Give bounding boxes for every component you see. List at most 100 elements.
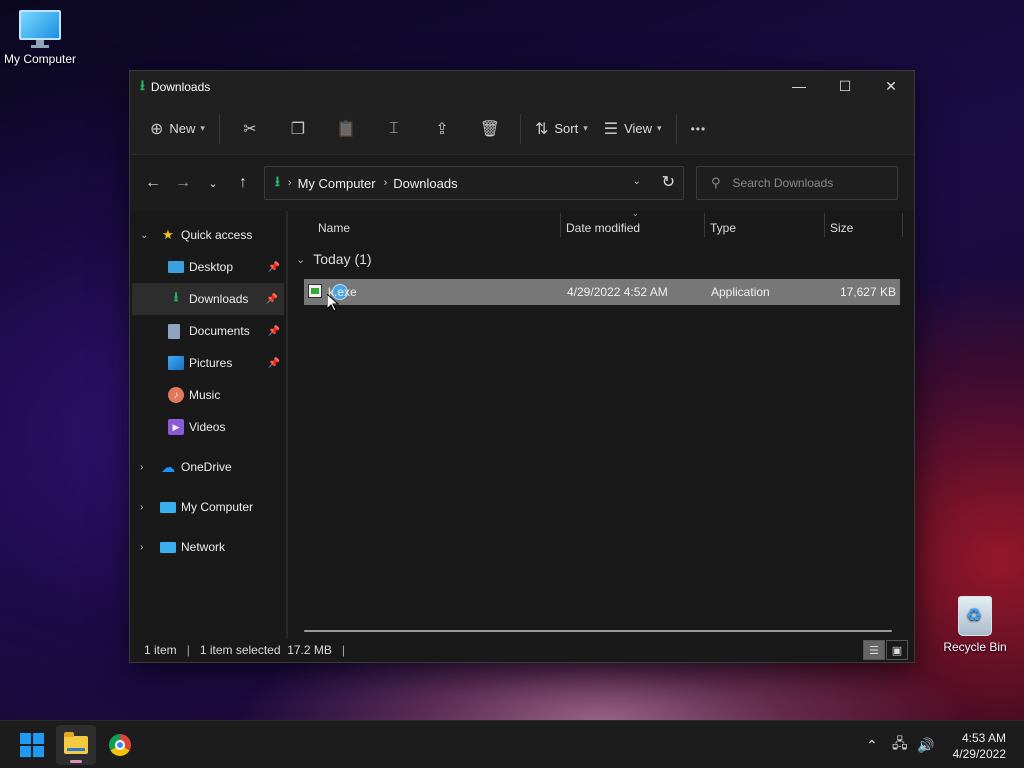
tiles-view-button[interactable]: ▣ xyxy=(886,640,908,660)
sidebar-item-label: Downloads xyxy=(189,292,249,306)
pictures-icon xyxy=(168,356,184,370)
chevron-right-icon[interactable]: › xyxy=(140,542,143,553)
sidebar-item-label: Quick access xyxy=(181,228,253,242)
network-icon xyxy=(160,541,176,553)
sidebar-item-music[interactable]: ♪ Music xyxy=(130,379,286,411)
horizontal-scrollbar[interactable] xyxy=(304,630,892,632)
share-icon: ⇪ xyxy=(435,120,449,138)
item-count: 1 item xyxy=(144,643,177,657)
plus-icon: ⊕ xyxy=(150,120,164,138)
status-bar: 1 item | 1 item selected 17.2 MB | ☰ ▣ xyxy=(130,638,914,662)
clock[interactable]: 4:53 AM 4/29/2022 xyxy=(953,730,1006,762)
back-button[interactable]: ← xyxy=(138,168,168,198)
chevron-right-icon[interactable]: › xyxy=(140,462,143,473)
sidebar-item-desktop[interactable]: Desktop 📌 xyxy=(130,251,286,283)
rename-icon: ⌶ xyxy=(389,119,399,137)
network-status-button[interactable]: 🖧 xyxy=(892,721,908,768)
sort-label: Sort xyxy=(554,121,579,136)
column-name[interactable]: Name xyxy=(312,213,350,243)
close-button[interactable]: ✕ xyxy=(868,71,914,101)
rename-button[interactable]: ⌶ xyxy=(370,113,418,145)
new-button[interactable]: ⊕ New ▾ xyxy=(142,113,213,145)
refresh-icon[interactable]: ↻ xyxy=(662,172,675,192)
search-input[interactable] xyxy=(732,176,883,190)
sidebar-item-label: Music xyxy=(189,388,221,402)
paste-button[interactable]: 📋 xyxy=(322,113,370,145)
tray-overflow-button[interactable]: ⌃ xyxy=(866,721,878,768)
chevron-right-icon: › xyxy=(383,177,388,189)
sidebar-item-quick-access[interactable]: ⌄ ★ Quick access xyxy=(130,219,286,251)
sidebar-item-videos[interactable]: ▶ Videos xyxy=(130,411,286,443)
selection-info: 1 item selected 17.2 MB xyxy=(199,643,332,657)
sidebar-item-documents[interactable]: Documents 📌 xyxy=(130,315,286,347)
address-dropdown-icon[interactable]: ⌄ xyxy=(633,176,641,187)
taskbar-file-explorer[interactable] xyxy=(56,725,96,765)
minimize-button[interactable]: — xyxy=(776,71,822,101)
start-button[interactable] xyxy=(12,725,52,765)
file-list: Name Date modified ⌄ Type Size ⌄ Today (… xyxy=(288,209,914,638)
sidebar-item-my-computer[interactable]: › My Computer xyxy=(130,491,286,523)
chevron-right-icon[interactable]: › xyxy=(140,502,143,513)
cut-icon: ✂ xyxy=(243,120,257,138)
sidebar-item-label: Videos xyxy=(189,420,226,434)
chevron-down-icon: ▾ xyxy=(200,123,205,133)
speaker-icon: 🔊 xyxy=(917,736,935,753)
navigation-bar: ← → ⌄ ↑ ⭳ › My Computer › Downloads ⌄ ↻ … xyxy=(130,155,914,211)
sidebar-item-onedrive[interactable]: › ☁ OneDrive xyxy=(130,451,286,483)
application-icon xyxy=(308,284,322,298)
view-icon: ☰ xyxy=(603,120,619,138)
sidebar-item-downloads[interactable]: ⭳ Downloads 📌 xyxy=(132,283,284,315)
taskbar-chrome[interactable] xyxy=(100,725,140,765)
title-bar[interactable]: ⭳ Downloads — ☐ ✕ xyxy=(130,71,914,103)
file-row[interactable]: k.exe 4/29/2022 4:52 AM Application 17,6… xyxy=(304,279,900,305)
sidebar-item-label: Desktop xyxy=(189,260,234,274)
cut-button[interactable]: ✂ xyxy=(226,113,274,145)
desktop-my-computer[interactable]: My Computer xyxy=(0,10,80,66)
chrome-icon xyxy=(109,734,131,756)
sidebar-item-label: Network xyxy=(181,540,226,554)
desktop-icon-label: My Computer xyxy=(3,52,77,66)
arrow-right-icon: → xyxy=(175,174,191,191)
chevron-down-icon: ⌄ xyxy=(208,177,218,190)
view-button[interactable]: ☰ View ▾ xyxy=(596,113,670,145)
maximize-button[interactable]: ☐ xyxy=(822,71,868,101)
more-options-button[interactable]: ••• xyxy=(683,113,715,145)
column-date-modified[interactable]: Date modified ⌄ xyxy=(560,209,641,243)
chevron-down-icon[interactable]: ⌄ xyxy=(140,230,148,241)
chevron-down-icon: ⌄ xyxy=(296,253,306,266)
delete-icon: 🗑 xyxy=(479,120,501,138)
group-header-today[interactable]: ⌄ Today (1) xyxy=(288,251,372,267)
download-icon: ⭳ xyxy=(275,173,280,189)
address-bar[interactable]: ⭳ › My Computer › Downloads ⌄ ↻ xyxy=(264,166,684,200)
details-view-button[interactable]: ☰ xyxy=(863,640,885,660)
desktop-icon xyxy=(168,261,184,273)
up-button[interactable]: ↑ xyxy=(228,168,258,198)
sort-button[interactable]: ⇅ Sort ▾ xyxy=(527,113,596,145)
desktop-recycle-bin[interactable]: ♻ Recycle Bin xyxy=(935,596,1015,654)
monitor-icon xyxy=(19,10,61,46)
sidebar-item-network[interactable]: › Network xyxy=(130,531,286,563)
pin-icon: 📌 xyxy=(267,357,280,369)
breadcrumb-my-computer[interactable]: My Computer xyxy=(298,176,376,191)
search-box[interactable]: ⚲ xyxy=(696,166,898,200)
desktop-icon-label: Recycle Bin xyxy=(943,640,1007,654)
delete-button[interactable]: 🗑 xyxy=(466,113,514,145)
cloud-icon: ☁ xyxy=(161,458,175,475)
file-type: Application xyxy=(711,285,770,299)
breadcrumb-downloads[interactable]: Downloads xyxy=(393,176,457,191)
chevron-up-icon: ⌃ xyxy=(866,736,878,753)
arrow-left-icon: ← xyxy=(145,174,161,191)
column-type[interactable]: Type xyxy=(704,213,736,243)
column-size[interactable]: Size xyxy=(824,213,853,243)
forward-button[interactable]: → xyxy=(168,168,198,198)
volume-button[interactable]: 🔊 xyxy=(917,721,934,768)
sidebar-item-pictures[interactable]: Pictures 📌 xyxy=(130,347,286,379)
column-date-label: Date modified xyxy=(566,221,641,235)
share-button[interactable]: ⇪ xyxy=(418,113,466,145)
command-bar: ⊕ New ▾ ✂ ❐ 📋 ⌶ ⇪ 🗑 ⇅ Sort ▾ ☰ View ▾ ••… xyxy=(130,103,914,155)
chevron-down-icon: ▾ xyxy=(583,123,588,133)
copy-button[interactable]: ❐ xyxy=(274,113,322,145)
sidebar-item-label: OneDrive xyxy=(181,460,232,474)
recent-locations-button[interactable]: ⌄ xyxy=(198,168,228,198)
copy-icon: ❐ xyxy=(290,120,306,138)
